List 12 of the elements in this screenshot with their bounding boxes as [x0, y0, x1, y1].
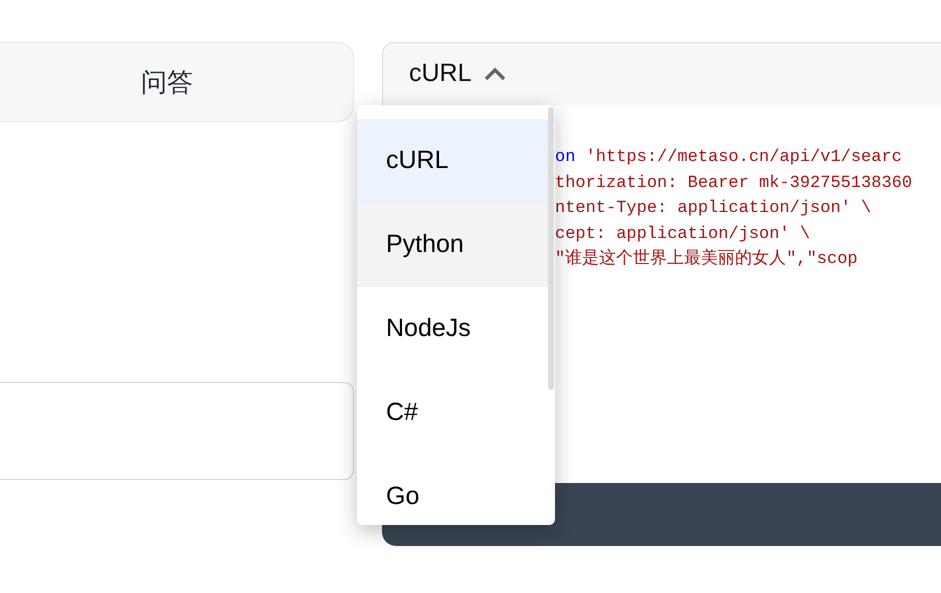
code-line: thorization: Bearer mk-392755138360	[555, 172, 914, 194]
code-line: cept: application/json' \	[555, 224, 812, 246]
mode-tab[interactable]: 问答	[0, 42, 354, 122]
dropdown-option[interactable]: cURL	[357, 119, 548, 203]
dropdown-option[interactable]: Python	[357, 203, 548, 287]
language-select[interactable]: cURL	[382, 42, 941, 105]
dropdown-option[interactable]: Go	[357, 455, 548, 525]
code-line: on 'https://metaso.cn/api/v1/searc	[555, 147, 903, 169]
input-field[interactable]	[0, 382, 354, 480]
chevron-up-icon	[484, 67, 506, 81]
code-line: ntent-Type: application/json' \	[555, 198, 872, 220]
code-line: "谁是这个世界上最美丽的女人","scop	[555, 248, 859, 271]
